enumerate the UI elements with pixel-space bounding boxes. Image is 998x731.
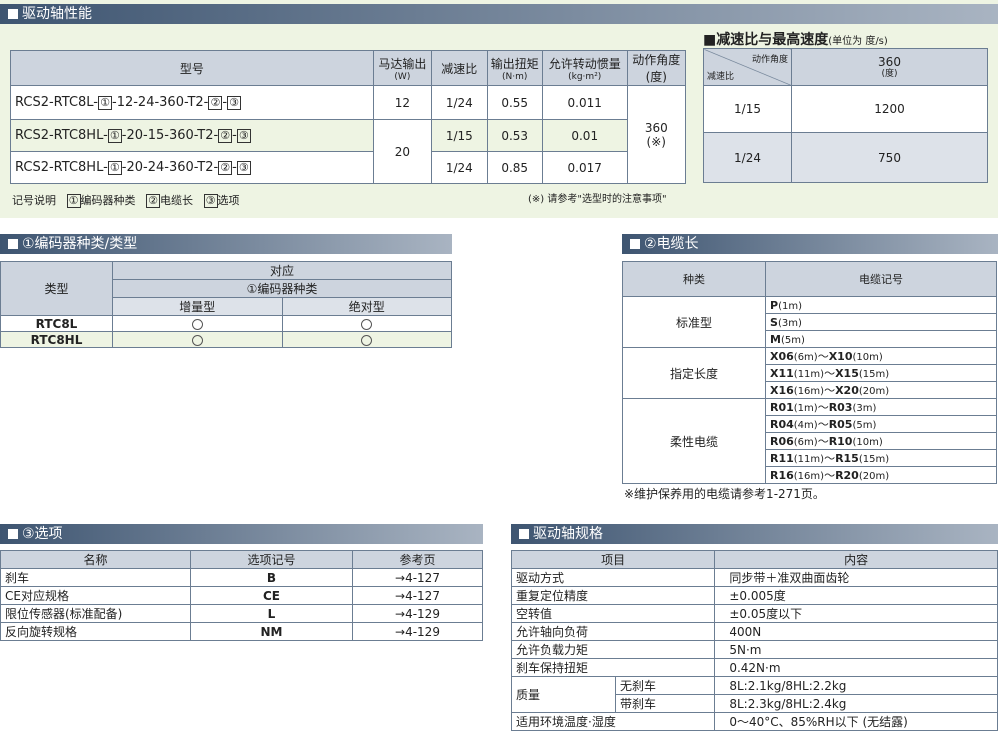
table-row: 空转值 ±0.05度以下 [510,604,998,623]
h-model: 型号 [10,50,374,86]
table-row: RCS2-RTC8HL- ① -20-24-360-T2- ② - ③ 1/24 0.85… [10,151,686,184]
h-torque-unit: (N·m) [502,71,528,82]
circle-icon [361,334,373,346]
options-table: 名称 选项记号 参考页 刹车 B →4-127 CE对应规格 CE →4-127 限位传感器(标… [0,550,483,641]
table-row: 允许轴向负荷 400N [510,622,998,641]
table-row: 指定长度 X06(6m)～X10(10m) [622,347,997,399]
table-row: 柔性电缆 R01(1m)～R03(3m) [622,398,997,484]
angle-note: (※) [646,134,666,149]
table-row: RCS2-RTC8HL- ① -20-15-360-T2- ② - ③ 20 1/15 0… [10,119,686,184]
cable-note: ※维护保养用的电缆请参考1-271页。 [624,487,825,501]
table-row: 重复定位精度 ±0.005度 [510,586,998,605]
table-row: CE对应规格 CE →4-127 [0,586,483,605]
table-row: RTC8L [0,315,452,332]
h-angle: 动作角度 [632,53,681,67]
drive-title-bar: 驱动轴性能 [0,4,998,24]
h-inertia-unit: (kg·m²) [568,71,602,82]
table-row: 反向旋转规格 NM →4-129 [0,622,483,641]
drive-table: 型号 马达输出 (W) 减速比 输出扭矩 (N·m) 允许转动惯量 (kg·m²) 动… [10,50,687,184]
spec-table: 项目 内容 驱动方式 同步带＋准双曲面齿轮 重复定位精度 ±0.005度 空转值 ±0.05… [510,550,998,731]
spec-title-bar: 驱动轴规格 [511,524,998,544]
h-motor-unit: (W) [394,71,411,82]
circle-icon [191,318,203,330]
options-title-bar: ③选项 [0,524,483,544]
table-row: 驱动方式 同步带＋准双曲面齿轮 [510,568,998,587]
table-row: 刹车 B →4-127 [0,568,483,587]
h-torque: 输出扭矩 [490,56,539,71]
table-row: 1/15 1200 [703,85,988,133]
h-inertia: 允许转动惯量 [548,56,621,71]
table-row: 限位传感器(标准配备) L →4-129 [0,604,483,623]
drive-footnote: (※) 请参考"选型时的注意事项" [528,194,667,205]
circle-icon [191,334,203,346]
cable-table: 种类 电缆记号 标准型 P(1m) S(3m) M(5m) 指定长度 X06(6m)～X10… [622,261,997,484]
table-row: 1/24 750 [703,132,988,183]
table-row: 允许负载力矩 5N·m [510,640,998,659]
h-motor: 马达输出 [378,56,427,71]
speed-title: ■减速比与最高速度(单位为 度/s) [703,32,888,48]
angle-value: 360 [644,120,668,135]
table-row: RTC8HL [0,331,452,348]
h-ratio: 减速比 [431,50,488,86]
table-row: 适用环境温度·湿度 0～40°C、85%RH以下 (无结露) [510,712,998,731]
drive-title: 驱动轴性能 [22,6,92,22]
legend: 记号说明 ① 编码器种类 ② 电缆长 ③ 选项 [12,194,240,208]
encoder-table: 类型 对应 ①编码器种类 增量型 绝对型 RTC8L RTC8HL [0,261,452,348]
table-row: 质量 无刹车 8L:2.1kg/8HL:2.2kg [511,676,998,713]
cable-title-bar: ②电缆长 [622,234,998,254]
h-angle-unit: (度) [645,70,667,84]
circle-icon [361,318,373,330]
encoder-title-bar: ①编码器种类/类型 [0,234,452,254]
table-row: 标准型 P(1m) [622,296,997,348]
table-row: 刹车保持扭矩 0.42N·m [510,658,998,677]
speed-table: 动作角度 减速比 360 (度) 1/15 1200 1/24 750 [703,48,988,183]
table-row: RCS2-RTC8L- ① -12-24-360-T2- ② - ③ 12 1/24 0.… [10,85,687,184]
